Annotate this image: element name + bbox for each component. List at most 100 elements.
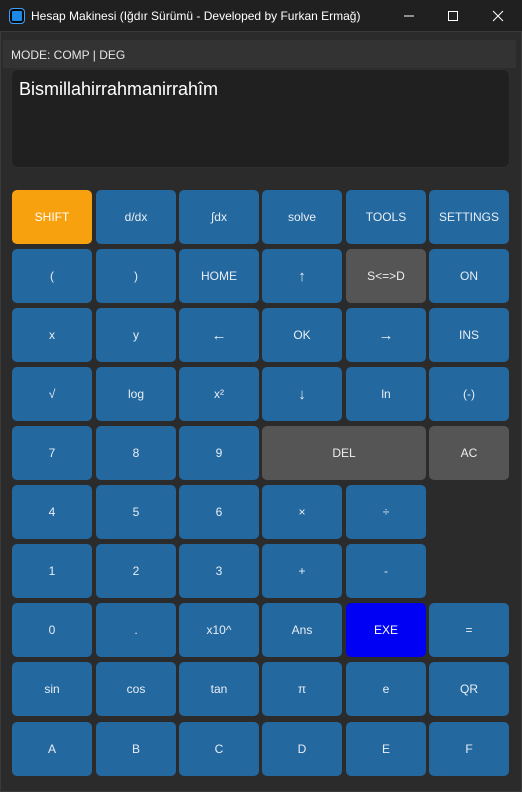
multiply-button[interactable]: × bbox=[262, 485, 342, 539]
derivative-button[interactable]: d/dx bbox=[96, 190, 176, 244]
shift-button[interactable]: SHIFT bbox=[12, 190, 92, 244]
times-ten-power-button[interactable]: x10^ bbox=[179, 603, 259, 657]
digit-9-button[interactable]: 9 bbox=[179, 426, 259, 480]
digit-3-label: 3 bbox=[215, 564, 223, 578]
insert-button[interactable]: INS bbox=[429, 308, 509, 362]
shift-label: SHIFT bbox=[34, 210, 70, 224]
digit-6-label: 6 bbox=[215, 505, 223, 519]
minus-button[interactable]: - bbox=[346, 544, 426, 598]
on-button[interactable]: ON bbox=[429, 249, 509, 303]
sin-button[interactable]: sin bbox=[12, 662, 92, 716]
digit-2-button[interactable]: 2 bbox=[96, 544, 176, 598]
equals-button[interactable]: = bbox=[429, 603, 509, 657]
digit-7-button[interactable]: 7 bbox=[12, 426, 92, 480]
pi-label: π bbox=[297, 682, 307, 696]
tools-button[interactable]: TOOLS bbox=[346, 190, 426, 244]
settings-label: SETTINGS bbox=[438, 210, 499, 224]
letter-b-button[interactable]: B bbox=[96, 722, 176, 776]
close-paren-button[interactable]: ) bbox=[96, 249, 176, 303]
ok-button[interactable]: OK bbox=[262, 308, 342, 362]
divide-button[interactable]: ÷ bbox=[346, 485, 426, 539]
digit-1-button[interactable]: 1 bbox=[12, 544, 92, 598]
digit-7-label: 7 bbox=[48, 446, 56, 460]
digit-0-button[interactable]: 0 bbox=[12, 603, 92, 657]
close-icon bbox=[492, 10, 504, 21]
maximize-button[interactable] bbox=[430, 0, 476, 31]
digit-1-label: 1 bbox=[48, 564, 56, 578]
euler-e-button[interactable]: e bbox=[346, 662, 426, 716]
minimize-button[interactable] bbox=[386, 0, 432, 31]
square-label: x² bbox=[214, 387, 224, 401]
digit-8-label: 8 bbox=[132, 446, 140, 460]
up-arrow-button[interactable]: ↑ bbox=[262, 249, 342, 303]
derivative-label: d/dx bbox=[124, 210, 148, 224]
home-label: HOME bbox=[201, 269, 237, 283]
letter-e-button[interactable]: E bbox=[346, 722, 426, 776]
s-d-toggle-label: S<=>D bbox=[367, 269, 405, 283]
square-button[interactable]: x² bbox=[179, 367, 259, 421]
divide-label: ÷ bbox=[382, 505, 390, 519]
s-d-toggle-button[interactable]: S<=>D bbox=[346, 249, 426, 303]
home-button[interactable]: HOME bbox=[179, 249, 259, 303]
all-clear-label: AC bbox=[460, 446, 478, 460]
qr-button[interactable]: QR bbox=[429, 662, 509, 716]
tan-button[interactable]: tan bbox=[179, 662, 259, 716]
calculator-display: Bismillahirrahmanirrahîm bbox=[11, 69, 510, 168]
letter-b-label: B bbox=[131, 742, 140, 756]
delete-button[interactable]: DEL bbox=[262, 426, 426, 480]
settings-button[interactable]: SETTINGS bbox=[429, 190, 509, 244]
tools-label: TOOLS bbox=[365, 210, 407, 224]
app-icon bbox=[10, 8, 24, 23]
ans-button[interactable]: Ans bbox=[262, 603, 342, 657]
plus-button[interactable]: + bbox=[262, 544, 342, 598]
var-y-label: y bbox=[133, 328, 139, 342]
exe-button[interactable]: EXE bbox=[346, 603, 426, 657]
cos-label: cos bbox=[126, 682, 146, 696]
pi-button[interactable]: π bbox=[262, 662, 342, 716]
log-button[interactable]: log bbox=[96, 367, 176, 421]
left-arrow-button[interactable]: ← bbox=[179, 308, 259, 362]
var-x-button[interactable]: x bbox=[12, 308, 92, 362]
up-arrow-label: ↑ bbox=[298, 267, 306, 285]
digit-6-button[interactable]: 6 bbox=[179, 485, 259, 539]
left-arrow-label: ← bbox=[211, 326, 227, 344]
var-x-label: x bbox=[49, 328, 55, 342]
letter-f-button[interactable]: F bbox=[429, 722, 509, 776]
plus-label: + bbox=[298, 564, 306, 578]
cos-button[interactable]: cos bbox=[96, 662, 176, 716]
down-arrow-label: ↓ bbox=[298, 385, 306, 403]
integral-label: ∫dx bbox=[211, 210, 227, 224]
integral-button[interactable]: ∫dx bbox=[179, 190, 259, 244]
ln-button[interactable]: ln bbox=[346, 367, 426, 421]
solve-label: solve bbox=[287, 210, 316, 224]
down-arrow-button[interactable]: ↓ bbox=[262, 367, 342, 421]
var-y-button[interactable]: y bbox=[96, 308, 176, 362]
digit-4-button[interactable]: 4 bbox=[12, 485, 92, 539]
close-button[interactable] bbox=[475, 0, 521, 31]
display-text: Bismillahirrahmanirrahîm bbox=[19, 79, 219, 99]
letter-d-button[interactable]: D bbox=[262, 722, 342, 776]
open-paren-button[interactable]: ( bbox=[12, 249, 92, 303]
decimal-point-button[interactable]: . bbox=[96, 603, 176, 657]
letter-c-button[interactable]: C bbox=[179, 722, 259, 776]
sin-label: sin bbox=[44, 682, 60, 696]
digit-5-button[interactable]: 5 bbox=[96, 485, 176, 539]
sqrt-button[interactable]: √ bbox=[12, 367, 92, 421]
right-arrow-label: → bbox=[378, 326, 394, 344]
letter-a-button[interactable]: A bbox=[12, 722, 92, 776]
qr-label: QR bbox=[460, 682, 478, 696]
digit-3-button[interactable]: 3 bbox=[179, 544, 259, 598]
letter-f-label: F bbox=[465, 742, 473, 756]
delete-label: DEL bbox=[332, 446, 356, 460]
negate-button[interactable]: (-) bbox=[429, 367, 509, 421]
minus-label: - bbox=[384, 564, 388, 578]
solve-button[interactable]: solve bbox=[262, 190, 342, 244]
negate-label: (-) bbox=[463, 387, 475, 401]
right-arrow-button[interactable]: → bbox=[346, 308, 426, 362]
all-clear-button[interactable]: AC bbox=[429, 426, 509, 480]
insert-label: INS bbox=[458, 328, 479, 342]
tan-label: tan bbox=[210, 682, 228, 696]
letter-e-label: E bbox=[381, 742, 390, 756]
digit-8-button[interactable]: 8 bbox=[96, 426, 176, 480]
open-paren-label: ( bbox=[50, 269, 54, 283]
